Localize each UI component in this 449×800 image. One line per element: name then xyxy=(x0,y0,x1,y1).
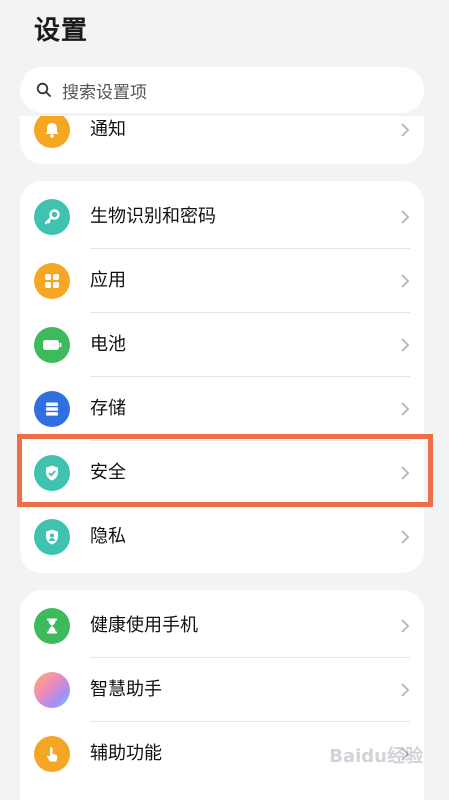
settings-item-smart-assistant[interactable]: 智慧助手 xyxy=(20,658,424,722)
hand-icon xyxy=(34,736,70,772)
settings-item-label: 生物识别和密码 xyxy=(90,206,216,227)
chevron-right-icon xyxy=(401,338,410,352)
settings-item-label: 安全 xyxy=(90,462,126,483)
bell-icon xyxy=(34,116,70,148)
hourglass-icon xyxy=(34,608,70,644)
watermark: Baidu经验 xyxy=(329,746,423,767)
settings-group-bottom: 健康使用手机 智慧助手 辅助功能 xyxy=(20,590,424,800)
settings-item-label: 辅助功能 xyxy=(90,743,162,764)
battery-icon xyxy=(34,327,70,363)
settings-group-main: 生物识别和密码 应用 电池 存储 安全 隐私 xyxy=(20,181,424,573)
chevron-right-icon xyxy=(401,123,410,137)
key-icon xyxy=(34,199,70,235)
page-title: 设置 xyxy=(34,16,89,46)
storage-icon xyxy=(34,391,70,427)
settings-item-label: 存储 xyxy=(90,398,126,419)
settings-item-battery[interactable]: 电池 xyxy=(20,313,424,377)
chevron-right-icon xyxy=(401,466,410,480)
chevron-right-icon xyxy=(401,274,410,288)
search-bar[interactable]: 搜索设置项 xyxy=(20,67,424,113)
shield-check-icon xyxy=(34,455,70,491)
chevron-right-icon xyxy=(401,619,410,633)
chevron-right-icon xyxy=(401,683,410,697)
search-icon xyxy=(36,82,51,97)
settings-item-label: 智慧助手 xyxy=(90,679,162,700)
settings-item-label: 隐私 xyxy=(90,526,126,547)
settings-item-storage[interactable]: 存储 xyxy=(20,377,424,441)
settings-item-biometrics[interactable]: 生物识别和密码 xyxy=(20,185,424,249)
privacy-shield-icon xyxy=(34,519,70,555)
settings-item-label: 健康使用手机 xyxy=(90,615,198,636)
settings-item-notifications[interactable]: 通知 xyxy=(20,116,424,162)
chevron-right-icon xyxy=(401,530,410,544)
search-placeholder: 搜索设置项 xyxy=(62,82,147,103)
settings-item-security[interactable]: 安全 xyxy=(20,441,424,505)
settings-item-apps[interactable]: 应用 xyxy=(20,249,424,313)
settings-item-privacy[interactable]: 隐私 xyxy=(20,505,424,569)
settings-item-label: 应用 xyxy=(90,270,126,291)
settings-group-top: 通知 xyxy=(20,116,424,164)
settings-item-label: 通知 xyxy=(90,119,126,140)
apps-grid-icon xyxy=(34,263,70,299)
settings-item-digital-wellbeing[interactable]: 健康使用手机 xyxy=(20,594,424,658)
settings-item-label: 电池 xyxy=(90,334,126,355)
assistant-icon xyxy=(34,672,70,708)
chevron-right-icon xyxy=(401,210,410,224)
chevron-right-icon xyxy=(401,402,410,416)
